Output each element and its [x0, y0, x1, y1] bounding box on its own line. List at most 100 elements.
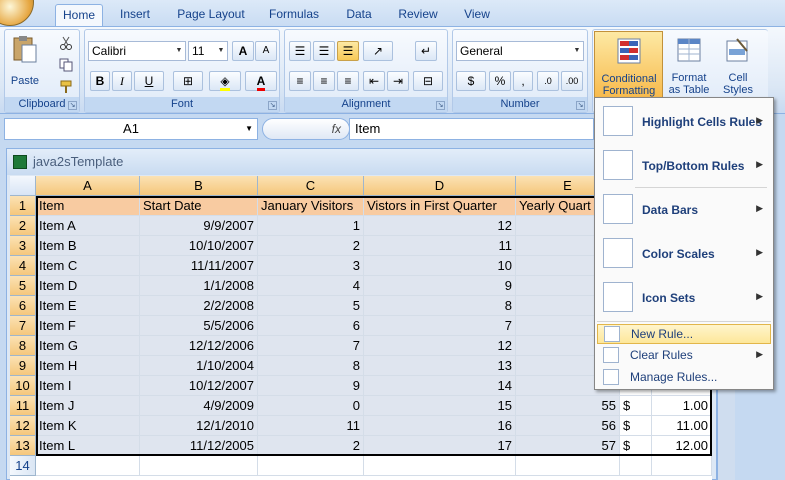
empty-cell[interactable]: [140, 456, 258, 476]
table-cell[interactable]: 17: [364, 436, 516, 456]
column-header-d[interactable]: D: [364, 176, 516, 196]
table-cell[interactable]: 57: [516, 436, 620, 456]
formula-input[interactable]: Item: [349, 118, 594, 140]
table-cell[interactable]: 10: [364, 256, 516, 276]
table-cell[interactable]: 4/9/2009: [140, 396, 258, 416]
table-cell[interactable]: 0: [258, 396, 364, 416]
table-cell[interactable]: 8: [364, 296, 516, 316]
number-format-select[interactable]: General ▼: [456, 41, 584, 61]
font-size-select[interactable]: 11 ▼: [188, 41, 228, 61]
row-header-10[interactable]: 10: [10, 376, 36, 396]
menu-item-highlight-cells-rules[interactable]: Highlight Cells Rules ▶: [597, 102, 771, 140]
row-header-4[interactable]: 4: [10, 256, 36, 276]
format-as-table-button[interactable]: Format as Table: [666, 35, 712, 96]
align-bottom-button[interactable]: ☰: [337, 41, 359, 61]
tab-review[interactable]: Review: [392, 4, 444, 26]
align-top-button[interactable]: ☰: [289, 41, 311, 61]
table-cell[interactable]: 14: [364, 376, 516, 396]
table-cell[interactable]: 4: [258, 276, 364, 296]
align-left-button[interactable]: ≡: [289, 71, 311, 91]
row-header-14[interactable]: 14: [10, 456, 36, 476]
percent-button[interactable]: %: [489, 71, 511, 91]
row-header-8[interactable]: 8: [10, 336, 36, 356]
empty-cell[interactable]: [652, 456, 712, 476]
increase-indent-button[interactable]: ⇥: [387, 71, 409, 91]
table-cell[interactable]: $: [620, 396, 652, 416]
table-cell[interactable]: 9/9/2007: [140, 216, 258, 236]
table-cell[interactable]: 5/5/2006: [140, 316, 258, 336]
table-cell[interactable]: 56: [516, 416, 620, 436]
table-cell[interactable]: 11/11/2007: [140, 256, 258, 276]
table-cell[interactable]: 7: [364, 316, 516, 336]
font-name-select[interactable]: Calibri ▼: [88, 41, 186, 61]
table-cell[interactable]: 1.00: [652, 396, 712, 416]
table-cell[interactable]: 5: [258, 296, 364, 316]
table-cell[interactable]: Item G: [36, 336, 140, 356]
table-cell[interactable]: Item L: [36, 436, 140, 456]
row-header-13[interactable]: 13: [10, 436, 36, 456]
clipboard-launcher[interactable]: ↘: [68, 101, 77, 110]
table-cell[interactable]: Item B: [36, 236, 140, 256]
row-header-7[interactable]: 7: [10, 316, 36, 336]
increase-decimal-button[interactable]: .0: [537, 71, 559, 91]
column-header-b[interactable]: B: [140, 176, 258, 196]
underline-button[interactable]: U: [134, 71, 164, 91]
header-cell[interactable]: Start Date: [140, 196, 258, 216]
table-cell[interactable]: 16: [364, 416, 516, 436]
tab-formulas[interactable]: Formulas: [262, 4, 326, 26]
table-cell[interactable]: 11: [258, 416, 364, 436]
table-cell[interactable]: 11: [364, 236, 516, 256]
menu-item-manage-rules[interactable]: Manage Rules...: [597, 368, 771, 388]
tab-insert[interactable]: Insert: [112, 4, 158, 26]
tab-page-layout[interactable]: Page Layout: [172, 4, 250, 26]
comma-button[interactable]: ,: [513, 71, 533, 91]
table-cell[interactable]: Item H: [36, 356, 140, 376]
empty-cell[interactable]: [258, 456, 364, 476]
table-cell[interactable]: 1/10/2004: [140, 356, 258, 376]
align-center-button[interactable]: ≡: [313, 71, 335, 91]
table-cell[interactable]: 2/2/2008: [140, 296, 258, 316]
table-cell[interactable]: 11.00: [652, 416, 712, 436]
shrink-font-button[interactable]: A: [255, 41, 277, 61]
table-cell[interactable]: 15: [364, 396, 516, 416]
empty-cell[interactable]: [620, 456, 652, 476]
tab-home[interactable]: Home: [55, 4, 103, 27]
table-cell[interactable]: 55: [516, 396, 620, 416]
tab-data[interactable]: Data: [340, 4, 378, 26]
table-cell[interactable]: 2: [258, 436, 364, 456]
empty-cell[interactable]: [36, 456, 140, 476]
table-cell[interactable]: Item F: [36, 316, 140, 336]
borders-button[interactable]: ⊞: [173, 71, 203, 91]
decrease-decimal-button[interactable]: .00: [561, 71, 583, 91]
row-header-11[interactable]: 11: [10, 396, 36, 416]
decrease-indent-button[interactable]: ⇤: [363, 71, 385, 91]
table-cell[interactable]: 2: [258, 236, 364, 256]
align-right-button[interactable]: ≡: [337, 71, 359, 91]
menu-item-icon-sets[interactable]: Icon Sets ▶: [597, 278, 771, 316]
copy-icon[interactable]: [59, 58, 73, 72]
paste-button[interactable]: Paste: [9, 34, 41, 87]
row-header-6[interactable]: 6: [10, 296, 36, 316]
table-cell[interactable]: Item C: [36, 256, 140, 276]
table-cell[interactable]: 3: [258, 256, 364, 276]
row-header-5[interactable]: 5: [10, 276, 36, 296]
number-launcher[interactable]: ↘: [576, 101, 585, 110]
table-cell[interactable]: 12.00: [652, 436, 712, 456]
format-painter-icon[interactable]: [59, 80, 73, 94]
menu-item-color-scales[interactable]: Color Scales ▶: [597, 234, 771, 272]
table-cell[interactable]: $: [620, 416, 652, 436]
font-color-button[interactable]: A: [245, 71, 277, 91]
grow-font-button[interactable]: A: [232, 41, 254, 61]
table-cell[interactable]: 12: [364, 336, 516, 356]
table-cell[interactable]: Item D: [36, 276, 140, 296]
cell-styles-button[interactable]: Cell Styles: [715, 35, 761, 96]
table-cell[interactable]: 10/12/2007: [140, 376, 258, 396]
italic-button[interactable]: I: [112, 71, 132, 91]
row-header-9[interactable]: 9: [10, 356, 36, 376]
menu-item-new-rule[interactable]: New Rule...: [597, 324, 771, 344]
table-cell[interactable]: 1: [258, 216, 364, 236]
table-cell[interactable]: 12: [364, 216, 516, 236]
table-cell[interactable]: Item E: [36, 296, 140, 316]
table-cell[interactable]: 11/12/2005: [140, 436, 258, 456]
column-header-c[interactable]: C: [258, 176, 364, 196]
